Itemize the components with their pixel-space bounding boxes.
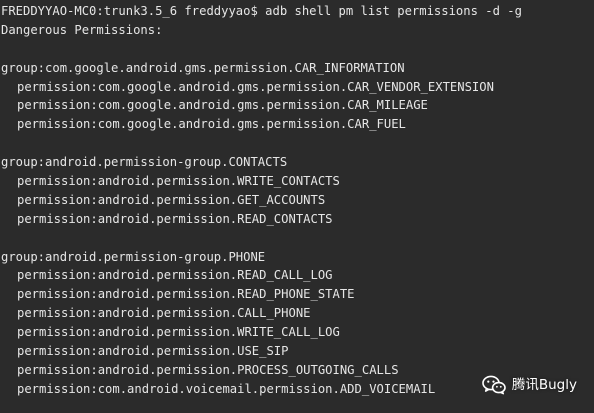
permission-line: permission:com.google.android.gms.permis… (17, 98, 428, 113)
permission-line: permission:android.permission.READ_CALL_… (17, 268, 333, 283)
permission-line: permission:com.google.android.gms.permis… (17, 79, 494, 94)
permission-group-line: group:android.permission-group.PHONE (1, 249, 266, 264)
permission-line: permission:android.permission.WRITE_CALL… (17, 325, 340, 340)
output-heading: Dangerous Permissions: (1, 22, 163, 37)
watermark-label: 腾讯Bugly (511, 376, 577, 393)
permission-line: permission:com.google.android.gms.permis… (17, 117, 406, 132)
terminal-window[interactable]: FREDDYYAO-MC0:trunk3.5_6 freddyyao$ adb … (0, 0, 594, 413)
shell-prompt: FREDDYYAO-MC0:trunk3.5_6 freddyyao$ (1, 4, 258, 18)
permission-group-line: group:com.google.android.gms.permission.… (1, 60, 405, 75)
watermark: 腾讯Bugly (482, 375, 577, 395)
permission-group-line: group:android.permission-group.CONTACTS (1, 155, 288, 170)
permission-line: permission:android.permission.USE_SIP (17, 344, 289, 359)
permission-line: permission:android.permission.GET_ACCOUN… (17, 192, 326, 207)
command-line: FREDDYYAO-MC0:trunk3.5_6 freddyyao$ adb … (0, 2, 594, 21)
permission-line: permission:android.permission.CALL_PHONE (17, 306, 311, 321)
wechat-icon (482, 375, 506, 395)
permission-line: permission:android.permission.READ_CONTA… (17, 211, 333, 226)
permission-line: permission:android.permission.WRITE_CONT… (17, 174, 340, 189)
shell-command: adb shell pm list permissions -d -g (265, 4, 522, 18)
permission-line: permission:android.permission.READ_PHONE… (17, 287, 355, 302)
